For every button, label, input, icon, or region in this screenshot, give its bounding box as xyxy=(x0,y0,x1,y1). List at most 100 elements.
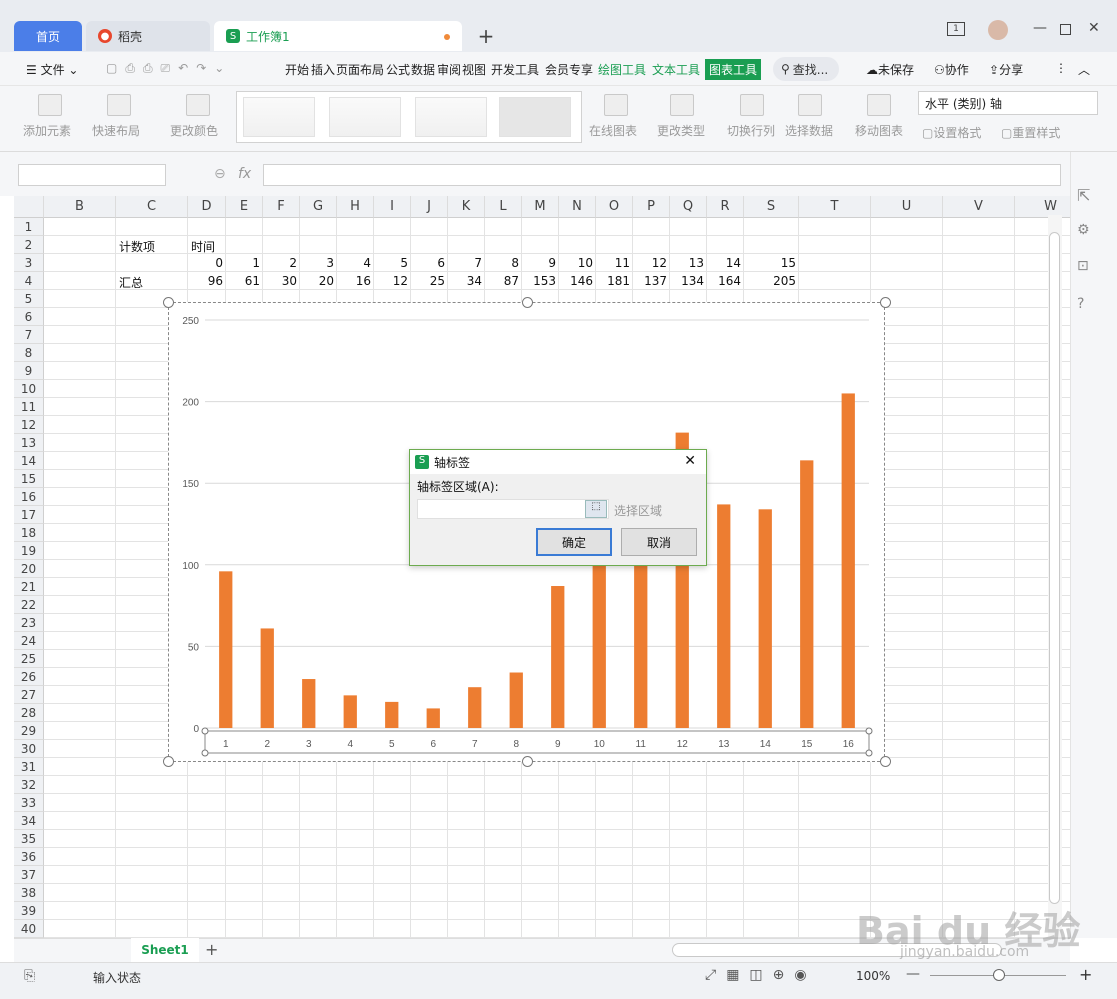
row-header[interactable]: 19 xyxy=(14,542,44,560)
crop-icon[interactable]: ⊡ xyxy=(1077,258,1089,274)
cell-row3[interactable]: 3 xyxy=(300,256,334,270)
row-header[interactable]: 15 xyxy=(14,470,44,488)
cell-row4[interactable]: 153 xyxy=(522,274,556,288)
cell-row4[interactable]: 96 xyxy=(188,274,223,288)
row-header[interactable]: 4 xyxy=(14,272,44,290)
column-header[interactable]: D xyxy=(188,196,226,218)
macro-icon[interactable]: ⎘ xyxy=(24,968,35,984)
cell-row4[interactable]: 16 xyxy=(337,274,371,288)
style-thumb[interactable] xyxy=(329,97,401,137)
change-type-button[interactable]: 更改类型 xyxy=(657,122,705,139)
move-chart-button[interactable]: 移动图表 xyxy=(855,122,903,139)
cell-row4[interactable]: 181 xyxy=(596,274,630,288)
scroll-thumb[interactable] xyxy=(1049,232,1060,904)
cell-row3[interactable]: 13 xyxy=(670,256,704,270)
row-header[interactable]: 11 xyxy=(14,398,44,416)
row-header[interactable]: 6 xyxy=(14,308,44,326)
cell-row3[interactable]: 1 xyxy=(226,256,260,270)
collapse-ribbon-icon[interactable]: ︿ xyxy=(1078,61,1090,78)
fx-icon[interactable]: fx xyxy=(238,166,251,182)
menu-page-layout[interactable]: 页面布局 xyxy=(336,61,384,78)
close-icon[interactable]: ✕ xyxy=(684,453,696,469)
column-header[interactable]: G xyxy=(300,196,337,218)
cell-row3[interactable]: 12 xyxy=(633,256,667,270)
cancel-button[interactable]: 取消 xyxy=(621,528,697,556)
cell-row4[interactable]: 164 xyxy=(707,274,741,288)
tab-home[interactable]: 首页 xyxy=(14,21,82,51)
select-all-corner[interactable] xyxy=(14,196,44,218)
add-sheet-button[interactable]: + xyxy=(205,940,218,959)
quick-layout-button[interactable]: 快速布局 xyxy=(92,122,140,139)
tab-daoke[interactable]: ● 稻壳 xyxy=(86,21,210,51)
row-header[interactable]: 13 xyxy=(14,434,44,452)
column-header[interactable]: Q xyxy=(670,196,707,218)
column-header[interactable]: R xyxy=(707,196,744,218)
new-tab-button[interactable]: + xyxy=(474,24,498,48)
avatar[interactable] xyxy=(988,20,1008,40)
row-header[interactable]: 32 xyxy=(14,776,44,794)
cell-row4[interactable]: 12 xyxy=(374,274,408,288)
column-header[interactable]: U xyxy=(871,196,943,218)
formula-input[interactable] xyxy=(263,164,1061,186)
menu-view[interactable]: 视图 xyxy=(462,61,486,78)
row-header[interactable]: 40 xyxy=(14,920,44,938)
chart-style-gallery[interactable] xyxy=(236,91,582,143)
row-header[interactable]: 23 xyxy=(14,614,44,632)
row-header[interactable]: 21 xyxy=(14,578,44,596)
set-format-button[interactable]: ▢设置格式 xyxy=(922,124,981,141)
row-header[interactable]: 39 xyxy=(14,902,44,920)
column-header[interactable]: S xyxy=(744,196,799,218)
change-color-button[interactable]: 更改颜色 xyxy=(170,122,218,139)
chart-element-select[interactable]: 水平 (类别) 轴 xyxy=(918,91,1098,115)
switch-rowcol-button[interactable]: 切换行列 xyxy=(727,122,775,139)
ok-button[interactable]: 确定 xyxy=(536,528,612,556)
row-header[interactable]: 24 xyxy=(14,632,44,650)
cell-row3[interactable]: 10 xyxy=(559,256,593,270)
column-header[interactable]: L xyxy=(485,196,522,218)
chart-resize-handle[interactable] xyxy=(522,297,533,308)
column-header[interactable]: N xyxy=(559,196,596,218)
cursor-select-icon[interactable]: ⇱ xyxy=(1077,186,1090,205)
reset-style-button[interactable]: ▢重置样式 xyxy=(1001,124,1060,141)
row-header[interactable]: 17 xyxy=(14,506,44,524)
online-chart-button[interactable]: 在线图表 xyxy=(589,122,637,139)
row-header[interactable]: 12 xyxy=(14,416,44,434)
row-header[interactable]: 36 xyxy=(14,848,44,866)
zoom-fx-icon[interactable]: ⊖ xyxy=(214,166,226,182)
row-header[interactable]: 7 xyxy=(14,326,44,344)
style-thumb[interactable] xyxy=(243,97,315,137)
cell-c2[interactable]: 计数项 xyxy=(119,238,191,255)
column-header[interactable]: O xyxy=(596,196,633,218)
column-header[interactable]: E xyxy=(226,196,263,218)
menu-chart-tools[interactable]: 图表工具 xyxy=(705,59,762,80)
share-button[interactable]: ⇪分享 xyxy=(989,61,1023,78)
row-header[interactable]: 16 xyxy=(14,488,44,506)
search-button[interactable]: ⚲ 查找... xyxy=(773,57,839,81)
zoom-out-button[interactable]: — xyxy=(906,966,920,982)
row-header[interactable]: 25 xyxy=(14,650,44,668)
row-header[interactable]: 34 xyxy=(14,812,44,830)
maximize-icon[interactable] xyxy=(1060,24,1071,35)
axis-range-input[interactable] xyxy=(417,499,609,519)
row-header[interactable]: 22 xyxy=(14,596,44,614)
chart-resize-handle[interactable] xyxy=(522,756,533,767)
menu-member[interactable]: 会员专享 xyxy=(545,61,593,78)
range-picker-icon[interactable]: ⬚ xyxy=(585,500,607,518)
menu-review[interactable]: 审阅 xyxy=(437,61,461,78)
column-header[interactable]: J xyxy=(411,196,448,218)
cell-row3[interactable]: 11 xyxy=(596,256,630,270)
cell-row4[interactable]: 25 xyxy=(411,274,445,288)
row-header[interactable]: 8 xyxy=(14,344,44,362)
row-header[interactable]: 29 xyxy=(14,722,44,740)
cell-row3[interactable]: 8 xyxy=(485,256,519,270)
row-header[interactable]: 31 xyxy=(14,758,44,776)
cell-row4[interactable]: 146 xyxy=(559,274,593,288)
style-thumb[interactable] xyxy=(415,97,487,137)
column-header[interactable]: P xyxy=(633,196,670,218)
chart-resize-handle[interactable] xyxy=(880,756,891,767)
row-header[interactable]: 3 xyxy=(14,254,44,272)
menu-formula[interactable]: 公式 xyxy=(386,61,410,78)
row-header[interactable]: 14 xyxy=(14,452,44,470)
cell-row4[interactable]: 61 xyxy=(226,274,260,288)
menu-dev-tools[interactable]: 开发工具 xyxy=(491,61,539,78)
